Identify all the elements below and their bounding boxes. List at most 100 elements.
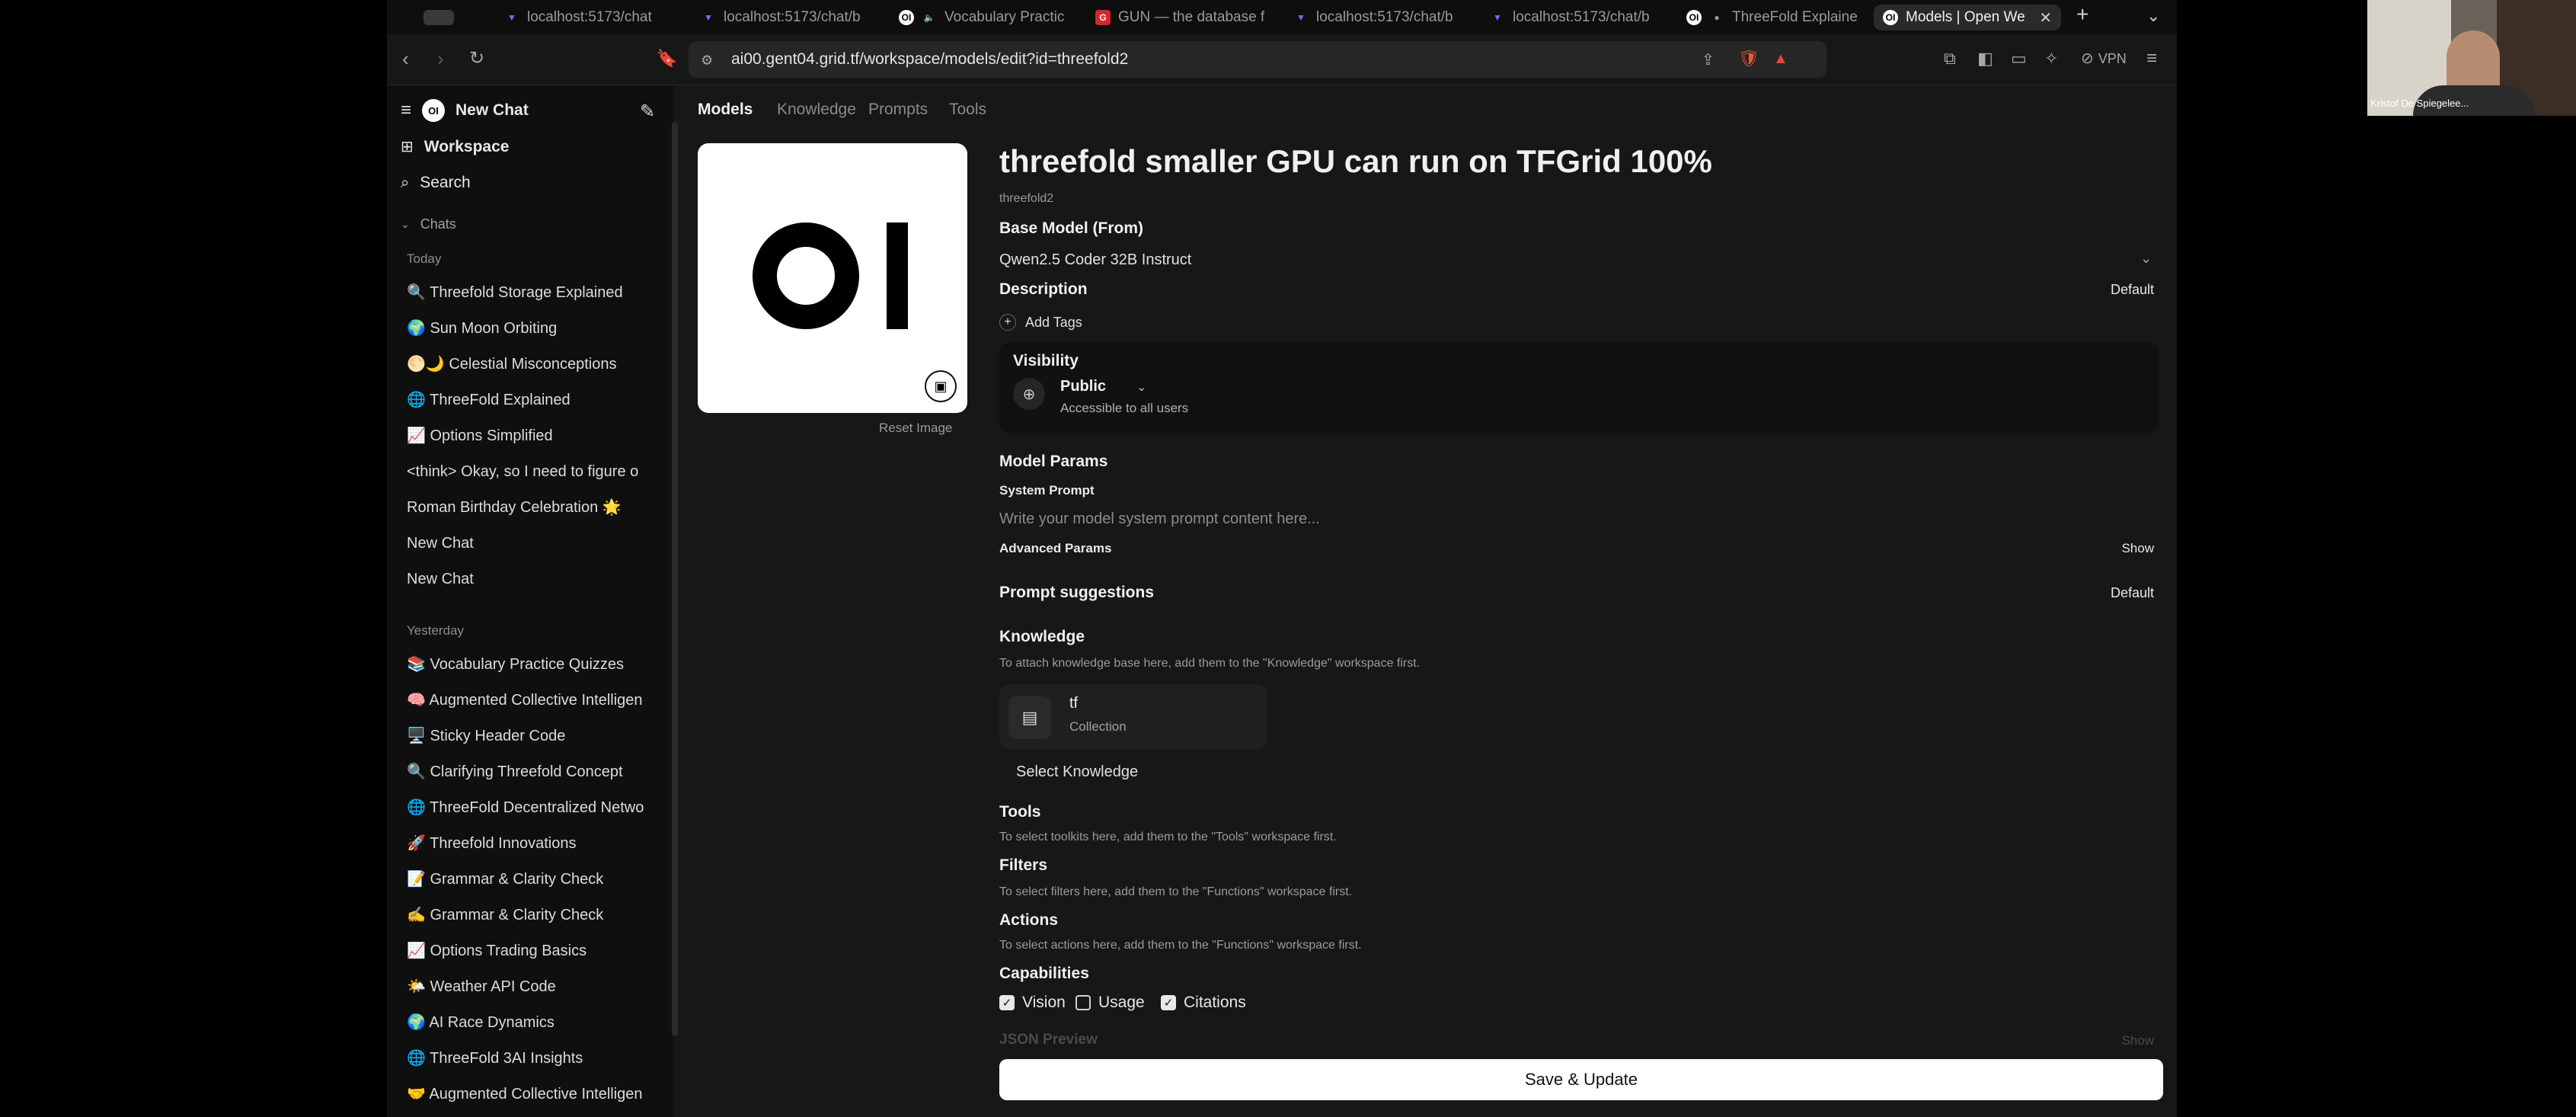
url-text[interactable]: ai00.gent04.grid.tf/workspace/models/edi…: [731, 50, 1128, 69]
sidebar-toggle-icon[interactable]: ◧: [1977, 47, 1993, 70]
menu-icon[interactable]: ≡: [2146, 47, 2157, 70]
vite-icon: ▼: [704, 12, 713, 23]
tab-title: Vocabulary Practic: [944, 9, 1065, 25]
chat-item-vocabulary-practice-quizzes[interactable]: 📚 Vocabulary Practice Quizzes: [407, 651, 658, 678]
extensions-icon[interactable]: ⧉: [1944, 47, 1956, 70]
capability-vision[interactable]: ✓ Vision: [999, 994, 1066, 1012]
knowledge-item-card[interactable]: ▤ tf Collection: [999, 684, 1267, 750]
chat-item-new-chat[interactable]: New Chat: [407, 565, 658, 593]
chat-item-augmented-collective-intelligen[interactable]: 🤝 Augmented Collective Intelligen: [407, 1080, 658, 1108]
bookmark-icon[interactable]: 🔖: [657, 47, 677, 70]
today-section-label: Today: [407, 251, 442, 266]
chat-item-augmented-collective-intelligen[interactable]: 🧠 Augmented Collective Intelligen: [407, 687, 658, 714]
new-tab-icon[interactable]: +: [2076, 3, 2089, 26]
capability-usage[interactable]: Usage: [1075, 994, 1145, 1012]
model-avatar[interactable]: ▣: [698, 143, 967, 413]
tab-list-chevron-icon[interactable]: ⌄: [2146, 5, 2160, 27]
webcam-overlay: Kristof De Spiegelee...: [2367, 0, 2576, 116]
tab-models[interactable]: Models: [698, 101, 753, 119]
model-id[interactable]: threefold2: [999, 192, 1053, 206]
close-tab-icon[interactable]: ✕: [2039, 8, 2052, 27]
forward-icon[interactable]: ›: [437, 47, 444, 70]
tab-localhost-chat-b-2[interactable]: ▼ localhost:5173/chat/b: [1284, 5, 1475, 30]
search-label: Search: [420, 174, 471, 191]
leo-ai-icon[interactable]: ✧: [2044, 47, 2058, 70]
back-icon[interactable]: ‹: [402, 47, 409, 70]
tab-localhost-chat-b[interactable]: ▼ localhost:5173/chat/b: [692, 5, 882, 30]
vite-icon: ▼: [1296, 12, 1306, 23]
tab-prompts[interactable]: Prompts: [868, 101, 928, 119]
hamburger-icon[interactable]: ≡: [401, 100, 411, 121]
add-tags-button[interactable]: + Add Tags: [999, 314, 1082, 331]
select-knowledge-button[interactable]: Select Knowledge: [1016, 763, 1138, 781]
tab-tools[interactable]: Tools: [949, 101, 986, 119]
workspace-link[interactable]: ⊞ Workspace: [401, 137, 509, 156]
share-icon[interactable]: ⇪: [1702, 49, 1715, 72]
workspace-grid-icon: ⊞: [401, 139, 414, 155]
chat-item-threefold-decentralized-netwo[interactable]: 🌐 ThreeFold Decentralized Netwo: [407, 794, 658, 821]
reset-image-button[interactable]: Reset Image: [879, 421, 952, 436]
compose-icon[interactable]: ✎: [640, 101, 655, 123]
chat-item-threefold-3ai-insights[interactable]: 🌐 ThreeFold 3AI Insights: [407, 1045, 658, 1072]
checkbox-checked-icon[interactable]: ✓: [1161, 995, 1176, 1010]
chat-item-roman-birthday-celebration[interactable]: Roman Birthday Celebration 🌟: [407, 494, 658, 521]
base-model-select[interactable]: Qwen2.5 Coder 32B Instruct: [999, 251, 1191, 269]
chat-item-threefold-innovations[interactable]: 🚀 Threefold Innovations: [407, 830, 658, 857]
chat-item-options-simplified[interactable]: 📈 Options Simplified: [407, 422, 658, 450]
chat-item-think-okay-so-i-need-to-figure-o[interactable]: <think> Okay, so I need to figure o: [407, 458, 658, 485]
tab-localhost-chat-b-3[interactable]: ▼ localhost:5173/chat/b: [1481, 5, 1671, 30]
vpn-icon: ⊘: [2081, 50, 2094, 67]
description-label: Description: [999, 280, 1088, 298]
chat-item-celestial-misconceptions[interactable]: 🌕🌙 Celestial Misconceptions: [407, 350, 658, 378]
chat-item-threefold-explained[interactable]: 🌐 ThreeFold Explained: [407, 386, 658, 414]
chevron-down-icon[interactable]: ⌄: [2140, 247, 2152, 270]
brave-shields-icon[interactable]: 🛡: [1738, 47, 1759, 70]
brave-rewards-icon[interactable]: ▲: [1773, 47, 1788, 70]
chat-item-ai-race-dynamics[interactable]: 🌍 AI Race Dynamics: [407, 1009, 658, 1036]
vpn-button[interactable]: ⊘ VPN: [2081, 47, 2127, 70]
site-settings-icon[interactable]: ⚙: [701, 49, 713, 72]
logo-o-mark: [753, 222, 859, 329]
capability-citations[interactable]: ✓ Citations: [1161, 994, 1246, 1012]
chat-item-grammar-clarity-check[interactable]: ✍️ Grammar & Clarity Check: [407, 901, 658, 929]
tab-gun-database[interactable]: G GUN — the database f: [1086, 5, 1277, 30]
prompt-suggestions-default-toggle[interactable]: Default: [2111, 585, 2154, 601]
capabilities-label: Capabilities: [999, 965, 1089, 982]
chat-item-sticky-header-code[interactable]: 🖥️ Sticky Header Code: [407, 722, 658, 750]
reload-icon[interactable]: ↻: [469, 47, 484, 70]
knowledge-hint: To attach knowledge base here, add them …: [999, 657, 1421, 670]
chat-item-threefold-storage-explained[interactable]: 🔍 Threefold Storage Explained: [407, 279, 658, 306]
visibility-select[interactable]: Public ⌄: [1060, 378, 1146, 395]
save-update-button[interactable]: Save & Update: [999, 1059, 2163, 1100]
chat-item-grammar-clarity-check[interactable]: 📝 Grammar & Clarity Check: [407, 866, 658, 893]
advanced-params-toggle[interactable]: Show: [2121, 541, 2154, 556]
json-preview-toggle[interactable]: Show: [2121, 1033, 2154, 1048]
chat-item-new-chat[interactable]: New Chat: [407, 530, 658, 557]
tab-localhost-chat[interactable]: ▼ localhost:5173/chat: [495, 5, 686, 30]
search-link[interactable]: ⌕ Search: [401, 174, 471, 192]
model-name[interactable]: threefold smaller GPU can run on TFGrid …: [999, 143, 1712, 180]
tab-title: GUN — the database f: [1118, 9, 1265, 25]
tools-label: Tools: [999, 803, 1041, 821]
chat-item-weather-api-code[interactable]: 🌤️ Weather API Code: [407, 973, 658, 1000]
description-default-toggle[interactable]: Default: [2111, 282, 2154, 298]
tab-pinned[interactable]: [414, 5, 465, 30]
wallet-icon[interactable]: ▭: [2011, 47, 2027, 70]
image-upload-icon[interactable]: ▣: [925, 370, 957, 402]
tab-knowledge[interactable]: Knowledge: [777, 101, 856, 119]
tab-vocabulary[interactable]: OI 🔈 Vocabulary Practic: [890, 5, 1080, 30]
checkbox-unchecked-icon[interactable]: [1075, 995, 1091, 1010]
tab-models-open-webui[interactable]: OI Models | Open We ✕: [1874, 5, 2061, 30]
system-prompt-input[interactable]: Write your model system prompt content h…: [999, 510, 1320, 528]
workspace-label: Workspace: [423, 137, 510, 155]
tab-threefold-explained[interactable]: OI ● ThreeFold Explaine: [1677, 5, 1871, 30]
new-chat-row[interactable]: ≡ OI New Chat: [401, 99, 529, 122]
chats-folder-toggle[interactable]: ⌄ Chats: [401, 216, 456, 232]
chat-item-clarifying-threefold-concept[interactable]: 🔍 Clarifying Threefold Concept: [407, 758, 658, 786]
checkbox-checked-icon[interactable]: ✓: [999, 995, 1015, 1010]
prompt-suggestions-label: Prompt suggestions: [999, 584, 1155, 601]
chat-item-options-trading-basics[interactable]: 📈 Options Trading Basics: [407, 937, 658, 965]
address-bar[interactable]: ⚙ ai00.gent04.grid.tf/workspace/models/e…: [689, 41, 1827, 78]
model-params-label: Model Params: [999, 453, 1108, 470]
chat-item-sun-moon-orbiting[interactable]: 🌍 Sun Moon Orbiting: [407, 315, 658, 342]
